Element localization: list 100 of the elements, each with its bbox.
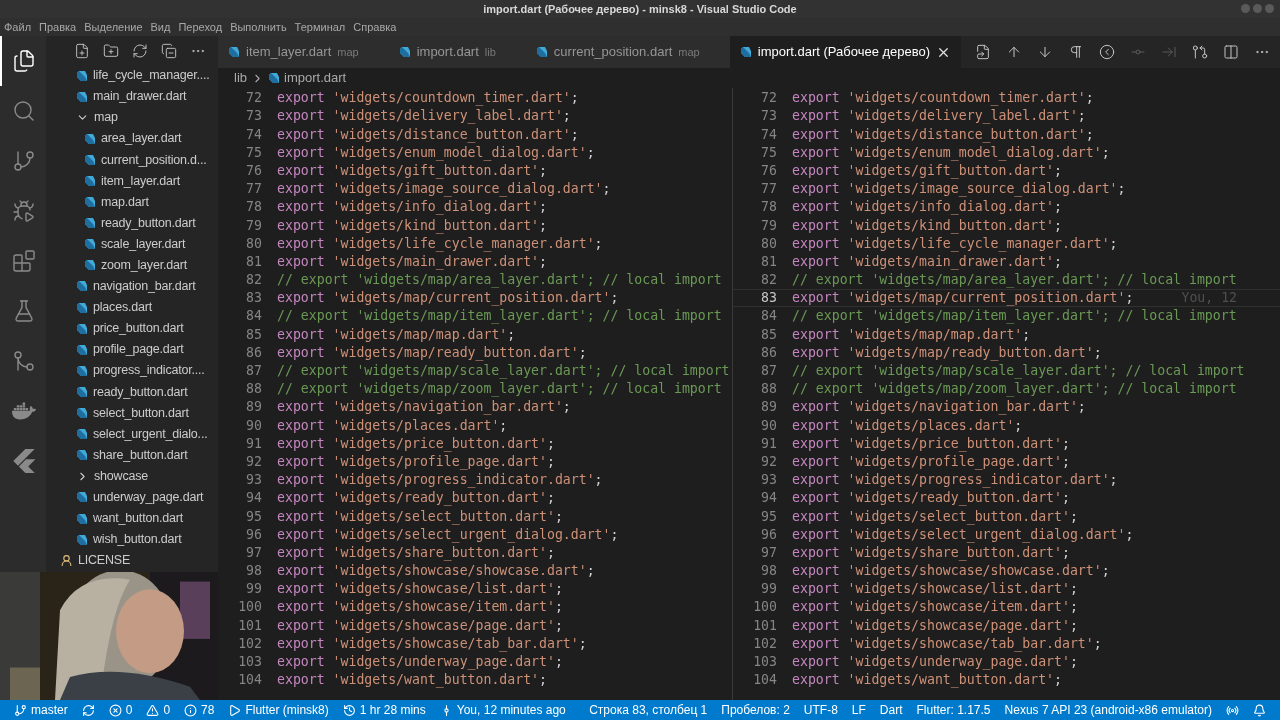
breadcrumb-item[interactable]: import.dart <box>284 68 347 88</box>
open-file-icon[interactable] <box>975 44 992 60</box>
menu-item[interactable]: Файл <box>4 18 32 36</box>
file-item[interactable]: price_button.dart <box>46 318 218 340</box>
status-item[interactable]: Nexus 7 API 23 (android-x86 emulator) <box>1004 701 1212 719</box>
breadcrumb-item[interactable]: lib <box>234 68 247 88</box>
status-item[interactable]: master <box>14 701 68 719</box>
compare-icon[interactable] <box>1192 44 1209 60</box>
file-item[interactable]: ready_button.dart <box>46 381 218 403</box>
dart-file-icon <box>76 491 88 504</box>
file-item[interactable]: want_button.dart <box>46 507 218 530</box>
refresh-icon[interactable] <box>132 42 148 59</box>
status-item[interactable]: UTF-8 <box>803 701 838 719</box>
dart-file-icon <box>76 385 88 398</box>
status-item[interactable]: Пробелов: 2 <box>721 701 790 719</box>
status-item[interactable]: 0 <box>146 701 171 719</box>
code-line: export 'widgets/distance_button.dart'; <box>792 125 1094 145</box>
split-icon[interactable] <box>1223 44 1240 60</box>
code-line: export 'widgets/ready_button.dart'; <box>792 489 1070 508</box>
status-item[interactable]: Flutter: 1.17.5 <box>916 701 991 719</box>
line-number: 82 <box>245 271 263 290</box>
file-item[interactable]: profile_page.dart <box>46 339 218 361</box>
line-number: 72 <box>760 89 778 108</box>
code-line: export 'widgets/ready_button.dart'; <box>277 489 555 508</box>
menu-item[interactable]: Справка <box>353 18 397 36</box>
status-item[interactable] <box>1226 703 1239 717</box>
status-item[interactable] <box>81 703 95 717</box>
code-line: export 'widgets/showcase/page.dart'; <box>792 616 1078 635</box>
editor-tab[interactable]: import.dart (Рабочее дерево) <box>729 36 962 68</box>
code-line: export 'widgets/showcase/page.dart'; <box>277 616 563 635</box>
file-item[interactable]: select_button.dart <box>46 402 218 424</box>
status-item[interactable]: LF <box>851 701 866 719</box>
code-line: export 'widgets/gift_button.dart'; <box>277 161 547 181</box>
file-item[interactable]: ready_button.dart <box>46 212 218 234</box>
dart-file-icon <box>76 449 88 462</box>
line-number: 88 <box>760 380 778 399</box>
file-item[interactable]: item_layer.dart <box>46 170 218 192</box>
editor-tab[interactable]: current_position.dart map <box>525 36 730 68</box>
file-item[interactable]: select_urgent_dialo... <box>46 423 218 445</box>
status-item[interactable]: 1 hr 28 mins <box>342 701 426 719</box>
file-item[interactable]: places.dart <box>46 297 218 319</box>
line-number: 90 <box>760 416 778 435</box>
menu-item[interactable]: Вид <box>150 18 171 36</box>
file-item[interactable]: navigation_bar.dart <box>46 275 218 298</box>
menu-item[interactable]: Переход <box>178 18 223 36</box>
code-line: export 'widgets/navigation_bar.dart'; <box>277 398 571 417</box>
menu-item[interactable]: Правка <box>39 18 77 36</box>
status-item[interactable]: You, 12 minutes ago <box>439 701 566 719</box>
line-number: 98 <box>245 562 263 581</box>
code-line: // export 'widgets/map/zoom_layer.dart'; // local import <box>277 380 722 399</box>
code-line: export 'widgets/countdown_timer.dart'; <box>792 89 1094 108</box>
menu-item[interactable]: Терминал <box>294 18 346 36</box>
status-item[interactable]: Flutter (minsk8) <box>228 701 329 719</box>
line-number: 81 <box>245 252 263 271</box>
line-number: 95 <box>760 507 778 526</box>
file-item[interactable]: current_position.d... <box>46 149 218 171</box>
branch-icon <box>14 703 27 717</box>
sync-icon <box>81 703 95 717</box>
line-number: 99 <box>245 580 263 599</box>
folder-item[interactable]: map <box>46 107 218 129</box>
code-line: export 'widgets/enum_model_dialog.dart'; <box>277 143 595 163</box>
file-item[interactable]: share_button.dart <box>46 444 218 466</box>
file-item[interactable]: area_layer.dart <box>46 128 218 150</box>
status-item[interactable] <box>1253 703 1266 717</box>
file-item[interactable]: life_cycle_manager.... <box>46 65 218 87</box>
collapse-icon[interactable] <box>161 42 177 59</box>
dart-file-icon <box>76 69 88 82</box>
dart-file-icon <box>84 259 96 272</box>
file-item[interactable]: map.dart <box>46 191 218 213</box>
file-item[interactable]: LICENSE <box>46 550 218 572</box>
file-item[interactable]: scale_layer.dart <box>46 233 218 255</box>
code-line: export 'widgets/showcase/item.dart'; <box>277 598 563 617</box>
editor-tab[interactable]: item_layer.dart map <box>218 36 389 68</box>
folder-item[interactable]: showcase <box>46 465 218 487</box>
status-item[interactable]: 0 <box>108 701 133 719</box>
new-folder-icon[interactable] <box>103 42 119 59</box>
new-file-icon[interactable] <box>74 42 90 59</box>
status-item[interactable]: Dart <box>879 701 903 719</box>
flutter-icon <box>12 449 36 473</box>
code-line: export 'widgets/showcase/item.dart'; <box>792 598 1078 617</box>
file-item[interactable]: progress_indicator.... <box>46 360 218 382</box>
revert-icon[interactable] <box>1099 44 1116 60</box>
dart-file-icon <box>84 153 96 166</box>
code-line: export 'widgets/progress_indicator.dart'; <box>792 471 1118 490</box>
status-item[interactable]: 78 <box>184 701 215 719</box>
menu-item[interactable]: Выделение <box>84 18 143 36</box>
status-item[interactable]: Строка 83, столбец 1 <box>589 701 708 719</box>
whale-icon <box>12 399 36 423</box>
file-item[interactable]: underway_page.dart <box>46 486 218 508</box>
code-line: export 'widgets/map/map.dart'; <box>277 325 516 344</box>
file-item[interactable]: zoom_layer.dart <box>46 254 218 276</box>
dart-file-icon <box>76 533 88 546</box>
search-icon <box>12 99 36 123</box>
dart-file-icon <box>76 343 88 356</box>
dart-file-icon <box>76 301 88 314</box>
editor-tab[interactable]: import.dart lib <box>388 36 526 68</box>
code-line: export 'widgets/want_button.dart'; <box>792 671 1062 690</box>
file-item[interactable]: main_drawer.dart <box>46 86 218 108</box>
menu-item[interactable]: Выполнить <box>230 18 287 36</box>
file-item[interactable]: wish_button.dart <box>46 529 218 551</box>
